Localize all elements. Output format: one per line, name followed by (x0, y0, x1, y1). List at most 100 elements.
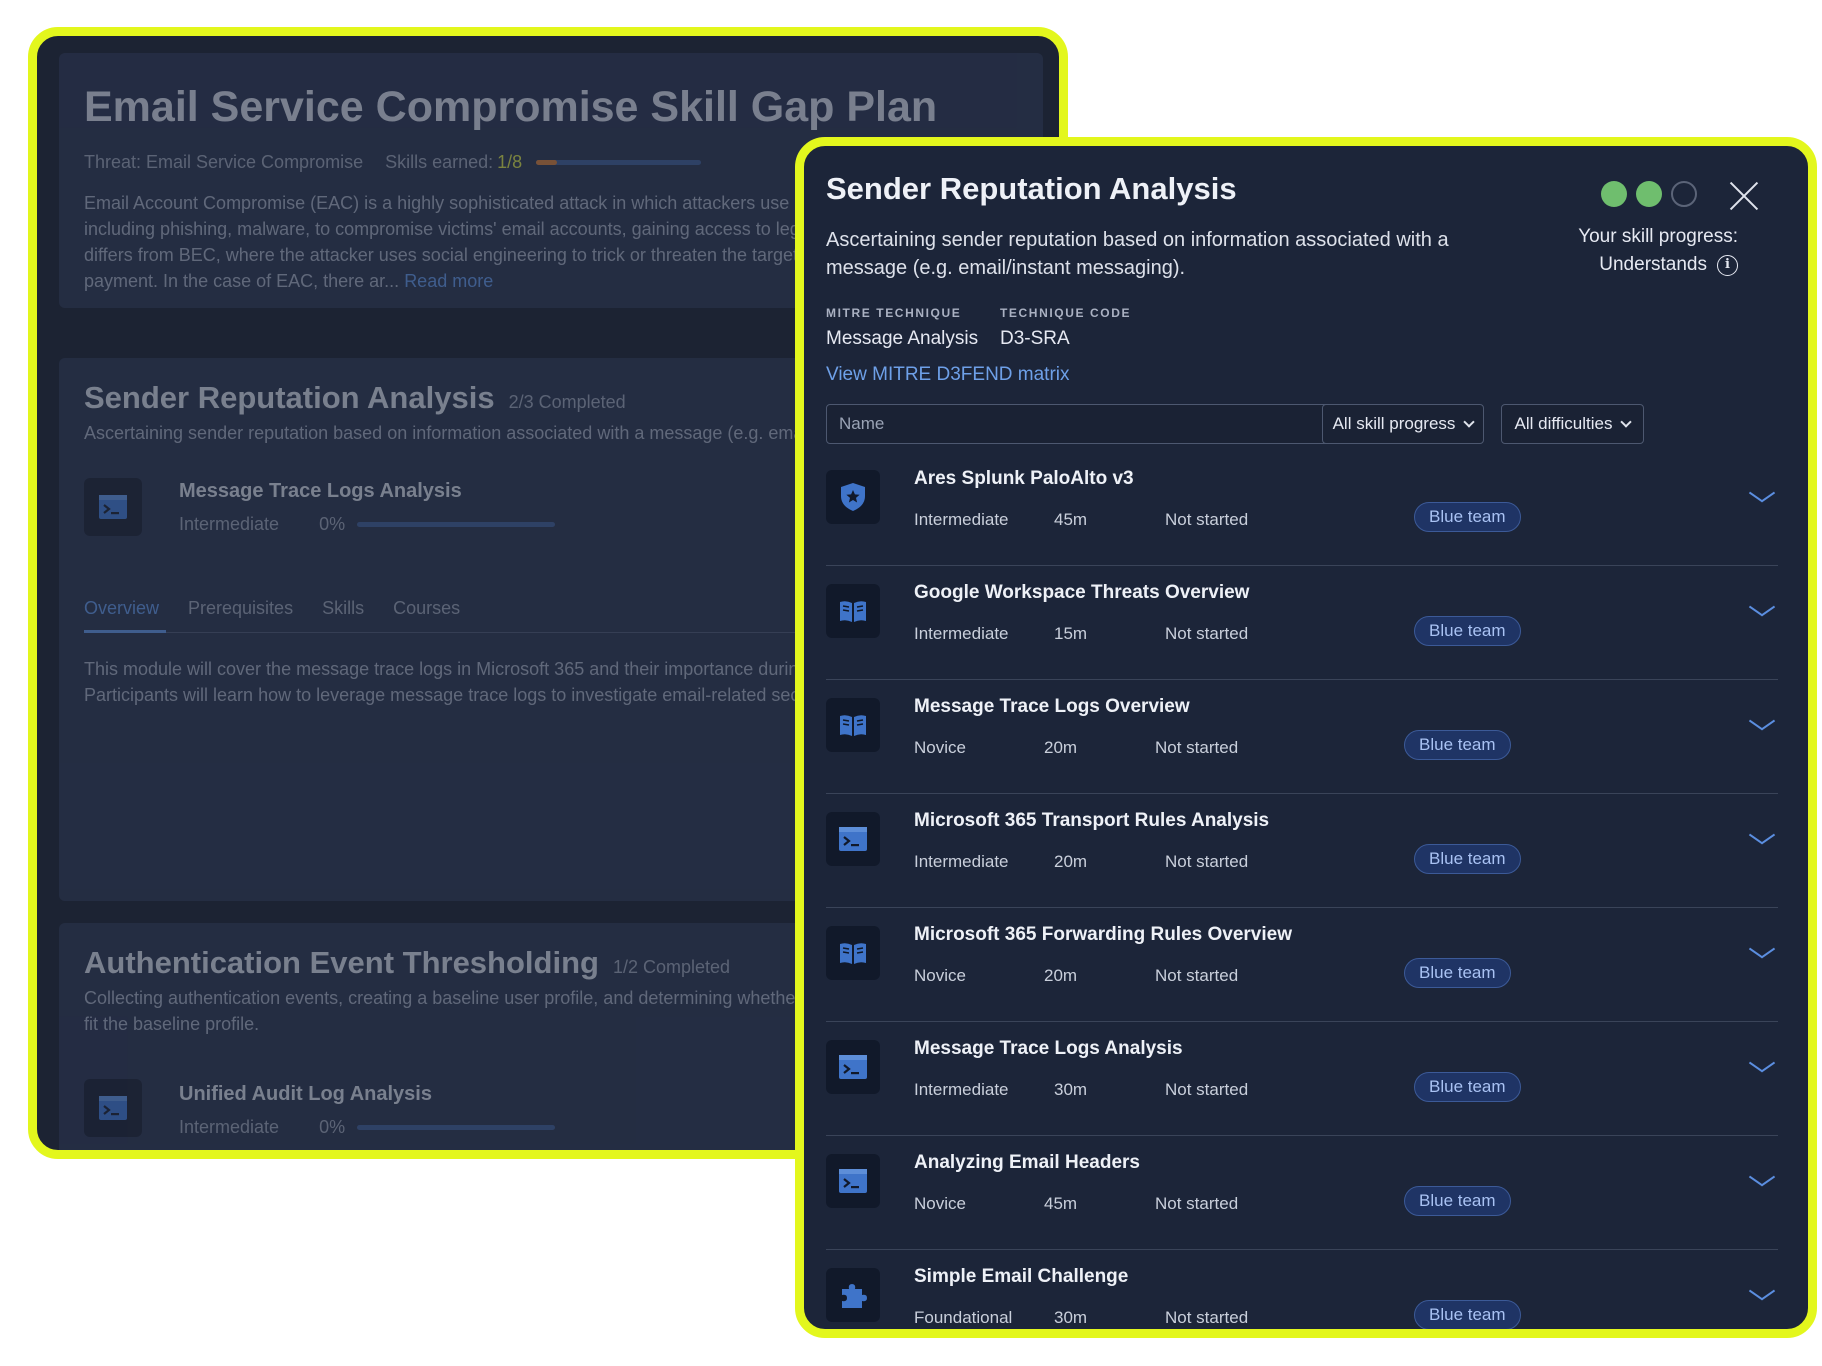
search-field[interactable] (826, 404, 1388, 444)
chevron-down-icon[interactable] (1748, 600, 1774, 626)
team-badge: Blue team (1414, 616, 1521, 646)
list-item[interactable]: Simple Email Challenge Foundational 30m … (826, 1250, 1778, 1329)
section-title-text: Sender Reputation Analysis (84, 380, 495, 415)
threat-label: Threat: Email Service Compromise (84, 152, 364, 172)
module-progress-bar (357, 522, 556, 527)
technique-code-label: TECHNIQUE CODE (1000, 306, 1132, 320)
chevron-down-icon[interactable] (1748, 486, 1774, 512)
book-icon (826, 926, 880, 980)
chevron-down-icon[interactable] (1748, 714, 1774, 740)
item-name[interactable]: Simple Email Challenge (914, 1266, 1128, 1288)
terminal-window-icon (84, 478, 142, 536)
item-status: Not started (1165, 510, 1249, 529)
skill-level-indicator (1601, 181, 1697, 207)
module-list: Ares Splunk PaloAlto v3 Intermediate 45m… (826, 452, 1778, 1329)
close-button[interactable] (1728, 180, 1760, 212)
team-badge: Blue team (1414, 1300, 1521, 1329)
difficulty-filter[interactable]: All difficulties (1501, 404, 1644, 444)
chevron-down-icon[interactable] (1748, 1056, 1774, 1082)
d3fend-matrix-link[interactable]: View MITRE D3FEND matrix (826, 364, 1070, 386)
item-duration: 45m (1044, 1194, 1078, 1213)
chevron-down-icon[interactable] (1748, 1170, 1774, 1196)
skill-progress-value: Understands (1599, 254, 1707, 275)
item-difficulty: Intermediate (914, 1080, 1009, 1099)
shield-star-icon (826, 470, 880, 524)
item-difficulty: Intermediate (914, 624, 1009, 643)
item-status: Not started (1155, 1194, 1239, 1213)
section-title: Authentication Event Thresholding 1/2 Com… (84, 945, 730, 981)
team-badge: Blue team (1414, 844, 1521, 874)
team-badge: Blue team (1414, 1072, 1521, 1102)
team-badge: Blue team (1414, 502, 1521, 532)
item-duration: 15m (1054, 624, 1088, 643)
puzzle-icon (826, 1268, 880, 1322)
item-status: Not started (1165, 1308, 1249, 1327)
difficulty-filter-label: All difficulties (1514, 414, 1613, 433)
list-item[interactable]: Message Trace Logs Analysis Intermediate… (826, 1022, 1778, 1136)
mitre-technique-label: MITRE TECHNIQUE (826, 306, 962, 320)
terminal-window-icon (84, 1079, 142, 1137)
item-duration: 20m (1054, 852, 1088, 871)
item-difficulty: Novice (914, 738, 966, 757)
item-name[interactable]: Message Trace Logs Analysis (914, 1038, 1183, 1060)
chevron-down-icon[interactable] (1748, 828, 1774, 854)
terminal-window-icon (826, 812, 880, 866)
skill-progress-filter[interactable]: All skill progress (1322, 404, 1484, 444)
list-item[interactable]: Microsoft 365 Transport Rules Analysis I… (826, 794, 1778, 908)
item-status: Not started (1155, 738, 1239, 757)
tab-overview[interactable]: Overview (84, 598, 159, 619)
search-input[interactable] (839, 414, 1353, 434)
tab-courses[interactable]: Courses (393, 598, 460, 619)
section-title: Sender Reputation Analysis 2/3 Completed (84, 380, 626, 416)
skills-earned-progress-bar (536, 160, 702, 165)
item-difficulty: Intermediate (914, 852, 1009, 871)
chevron-down-icon[interactable] (1748, 1284, 1774, 1310)
skills-earned-value: 1/8 (497, 152, 523, 172)
item-duration: 30m (1054, 1080, 1088, 1099)
item-name[interactable]: Microsoft 365 Transport Rules Analysis (914, 810, 1269, 832)
item-name[interactable]: Microsoft 365 Forwarding Rules Overview (914, 924, 1292, 946)
item-status: Not started (1165, 852, 1249, 871)
list-item[interactable]: Google Workspace Threats Overview Interm… (826, 566, 1778, 680)
item-difficulty: Foundational (914, 1308, 1013, 1327)
list-item[interactable]: Microsoft 365 Forwarding Rules Overview … (826, 908, 1778, 1022)
module-difficulty: Intermediate (179, 514, 280, 534)
item-difficulty: Novice (914, 966, 966, 985)
item-name[interactable]: Ares Splunk PaloAlto v3 (914, 468, 1134, 490)
plan-meta: Threat: Email Service Compromise Skills … (84, 152, 702, 173)
chevron-down-icon[interactable] (1748, 942, 1774, 968)
tab-skills[interactable]: Skills (322, 598, 364, 619)
section-completed-count: 2/3 Completed (508, 392, 626, 412)
read-more-link[interactable]: Read more (404, 271, 493, 291)
list-item[interactable]: Message Trace Logs Overview Novice 20m N… (826, 680, 1778, 794)
module-progress-bar (357, 1125, 556, 1130)
list-item[interactable]: Ares Splunk PaloAlto v3 Intermediate 45m… (826, 452, 1778, 566)
skill-dot-filled (1636, 181, 1662, 207)
technique-code-value: D3-SRA (1000, 328, 1070, 349)
skill-dot-filled (1601, 181, 1627, 207)
item-name[interactable]: Message Trace Logs Overview (914, 696, 1190, 718)
item-name[interactable]: Analyzing Email Headers (914, 1152, 1140, 1174)
team-badge: Blue team (1404, 730, 1511, 760)
technique-code: TECHNIQUE CODE D3-SRA (1000, 306, 1131, 350)
tab-prerequisites[interactable]: Prerequisites (188, 598, 293, 619)
module-meta: Intermediate 0% (179, 514, 556, 535)
item-status: Not started (1155, 966, 1239, 985)
team-badge: Blue team (1404, 1186, 1511, 1216)
skill-progress-level: Understands i (1599, 251, 1738, 279)
info-icon[interactable]: i (1717, 254, 1738, 276)
list-item[interactable]: Analyzing Email Headers Novice 45m Not s… (826, 1136, 1778, 1250)
active-tab-indicator (84, 630, 166, 633)
module-name[interactable]: Unified Audit Log Analysis (179, 1083, 432, 1106)
item-name[interactable]: Google Workspace Threats Overview (914, 582, 1249, 604)
team-badge: Blue team (1404, 958, 1511, 988)
book-icon (826, 698, 880, 752)
module-name[interactable]: Message Trace Logs Analysis (179, 480, 462, 503)
modal-description: Ascertaining sender reputation based on … (826, 229, 1449, 279)
mitre-technique-value: Message Analysis (826, 328, 979, 349)
skills-earned-label: Skills earned: (385, 152, 494, 172)
terminal-window-icon (826, 1154, 880, 1208)
plan-title: Email Service Compromise Skill Gap Plan (84, 83, 938, 131)
modal-title: Sender Reputation Analysis (826, 171, 1237, 206)
module-percent: 0% (319, 514, 346, 534)
